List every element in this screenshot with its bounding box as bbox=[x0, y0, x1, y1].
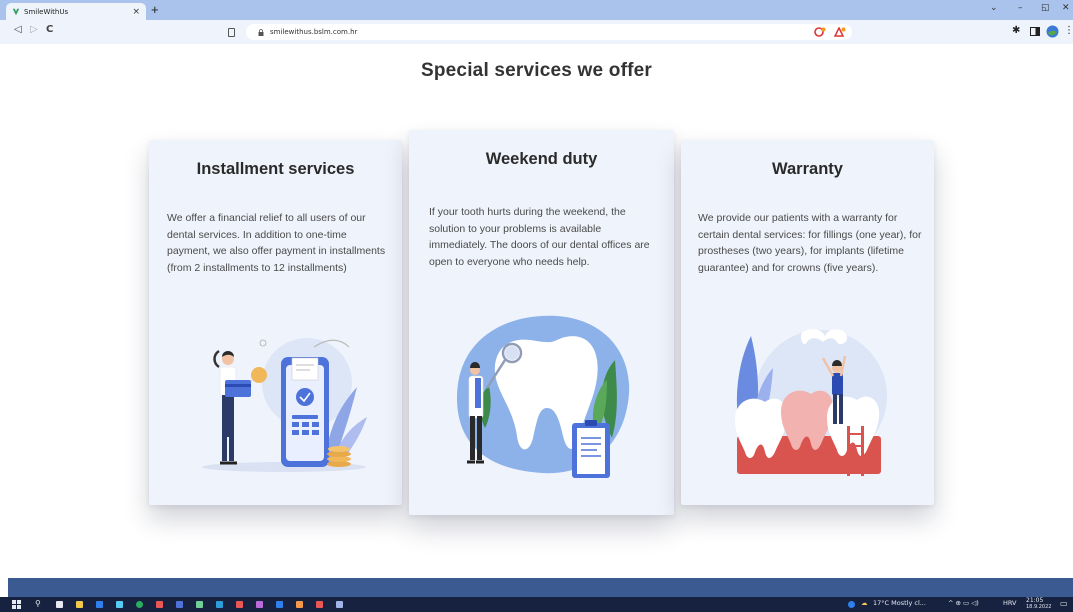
new-tab-button[interactable]: + bbox=[151, 2, 159, 18]
app-icon-1[interactable] bbox=[156, 601, 163, 608]
card-description: We provide our patients with a warranty … bbox=[698, 212, 922, 274]
weather-icon[interactable]: ☁ bbox=[861, 599, 868, 607]
mail-icon[interactable] bbox=[116, 601, 123, 608]
file-explorer-icon[interactable] bbox=[76, 601, 83, 608]
service-card-weekend-duty: Weekend duty If your tooth hurts during … bbox=[409, 130, 674, 515]
windows-taskbar: ⚲ ☁ 17°C Mostly cl... ^ ⊕ ▭ ◁) HRV 21:05… bbox=[0, 597, 1073, 612]
restore-button[interactable]: ◱ bbox=[1041, 3, 1050, 13]
clock-date: 18.9.2022 bbox=[1026, 604, 1052, 610]
clock[interactable]: 21:05 18.9.2022 bbox=[1026, 597, 1051, 611]
app-icon-2[interactable] bbox=[176, 601, 183, 608]
app-icon-3[interactable] bbox=[196, 601, 203, 608]
lock-icon bbox=[258, 28, 264, 36]
page-footer bbox=[8, 578, 1073, 597]
search-icon[interactable]: ⚲ bbox=[35, 599, 41, 608]
side-panel-icon[interactable] bbox=[1030, 27, 1040, 36]
profile-avatar-icon[interactable] bbox=[1046, 25, 1059, 38]
extensions-puzzle-icon[interactable]: ✱ bbox=[1012, 25, 1020, 36]
app-icon-4[interactable] bbox=[216, 601, 223, 608]
browser-menu-icon[interactable]: ⋮ bbox=[1064, 25, 1073, 36]
system-tray-icons[interactable]: ^ ⊕ ▭ ◁) bbox=[948, 599, 979, 607]
browser-toolbar: ◁ ▷ C smilewithus.bslm.com.hr ✱ ⋮ bbox=[0, 20, 1073, 44]
browser-tab[interactable]: SmileWithUs × bbox=[6, 3, 146, 20]
minimize-button[interactable]: – bbox=[1018, 3, 1023, 13]
app-icon-9[interactable] bbox=[336, 601, 343, 608]
windows-start-icon[interactable] bbox=[12, 600, 21, 609]
close-window-button[interactable]: ✕ bbox=[1062, 3, 1070, 13]
store-icon[interactable] bbox=[96, 601, 103, 608]
vscode-icon[interactable] bbox=[276, 601, 283, 608]
extension-shield-icon[interactable] bbox=[814, 27, 826, 37]
card-description: We offer a financial relief to all users… bbox=[167, 212, 386, 274]
payment-terminal-illustration bbox=[202, 338, 367, 472]
tooth-favicon-icon bbox=[12, 8, 20, 15]
language-indicator[interactable]: HRV bbox=[1003, 599, 1017, 607]
notifications-icon[interactable]: ▭ bbox=[1060, 599, 1068, 608]
teeth-cleaning-illustration bbox=[735, 329, 887, 476]
card-title: Weekend duty bbox=[485, 150, 598, 168]
app-icon-5[interactable] bbox=[236, 601, 243, 608]
address-bar[interactable]: smilewithus.bslm.com.hr bbox=[246, 24, 852, 40]
forward-button[interactable]: ▷ bbox=[30, 24, 38, 35]
app-icon-6[interactable] bbox=[256, 601, 263, 608]
reload-button[interactable]: C bbox=[46, 24, 53, 35]
back-button[interactable]: ◁ bbox=[14, 24, 22, 35]
close-tab-icon[interactable]: × bbox=[132, 7, 140, 17]
dentist-tooth-illustration bbox=[457, 315, 630, 478]
page-title: Special services we offer bbox=[420, 60, 652, 81]
weather-text[interactable]: 17°C Mostly cl... bbox=[873, 599, 926, 607]
service-card-warranty: Warranty We provide our patients with a … bbox=[681, 140, 934, 505]
service-card-installments: Installment services We offer a financia… bbox=[149, 140, 402, 505]
chrome-icon[interactable] bbox=[136, 601, 143, 608]
card-title: Installment services bbox=[196, 160, 355, 178]
app-icon-8[interactable] bbox=[316, 601, 323, 608]
card-description: If your tooth hurts during the weekend, … bbox=[429, 206, 650, 268]
clock-time: 21:05 bbox=[1026, 597, 1044, 604]
copilot-icon[interactable] bbox=[848, 601, 855, 608]
bookmark-icon[interactable] bbox=[228, 28, 235, 37]
browser-tab-bar: SmileWithUs × + ⌄ – ◱ ✕ bbox=[0, 0, 1073, 20]
extension-warning-icon[interactable] bbox=[834, 27, 846, 37]
task-view-icon[interactable] bbox=[56, 601, 63, 608]
card-title: Warranty bbox=[772, 160, 843, 178]
tab-search-chevron-icon[interactable]: ⌄ bbox=[990, 3, 998, 13]
url-text: smilewithus.bslm.com.hr bbox=[270, 28, 358, 36]
tab-title: SmileWithUs bbox=[24, 7, 69, 16]
app-icon-7[interactable] bbox=[296, 601, 303, 608]
